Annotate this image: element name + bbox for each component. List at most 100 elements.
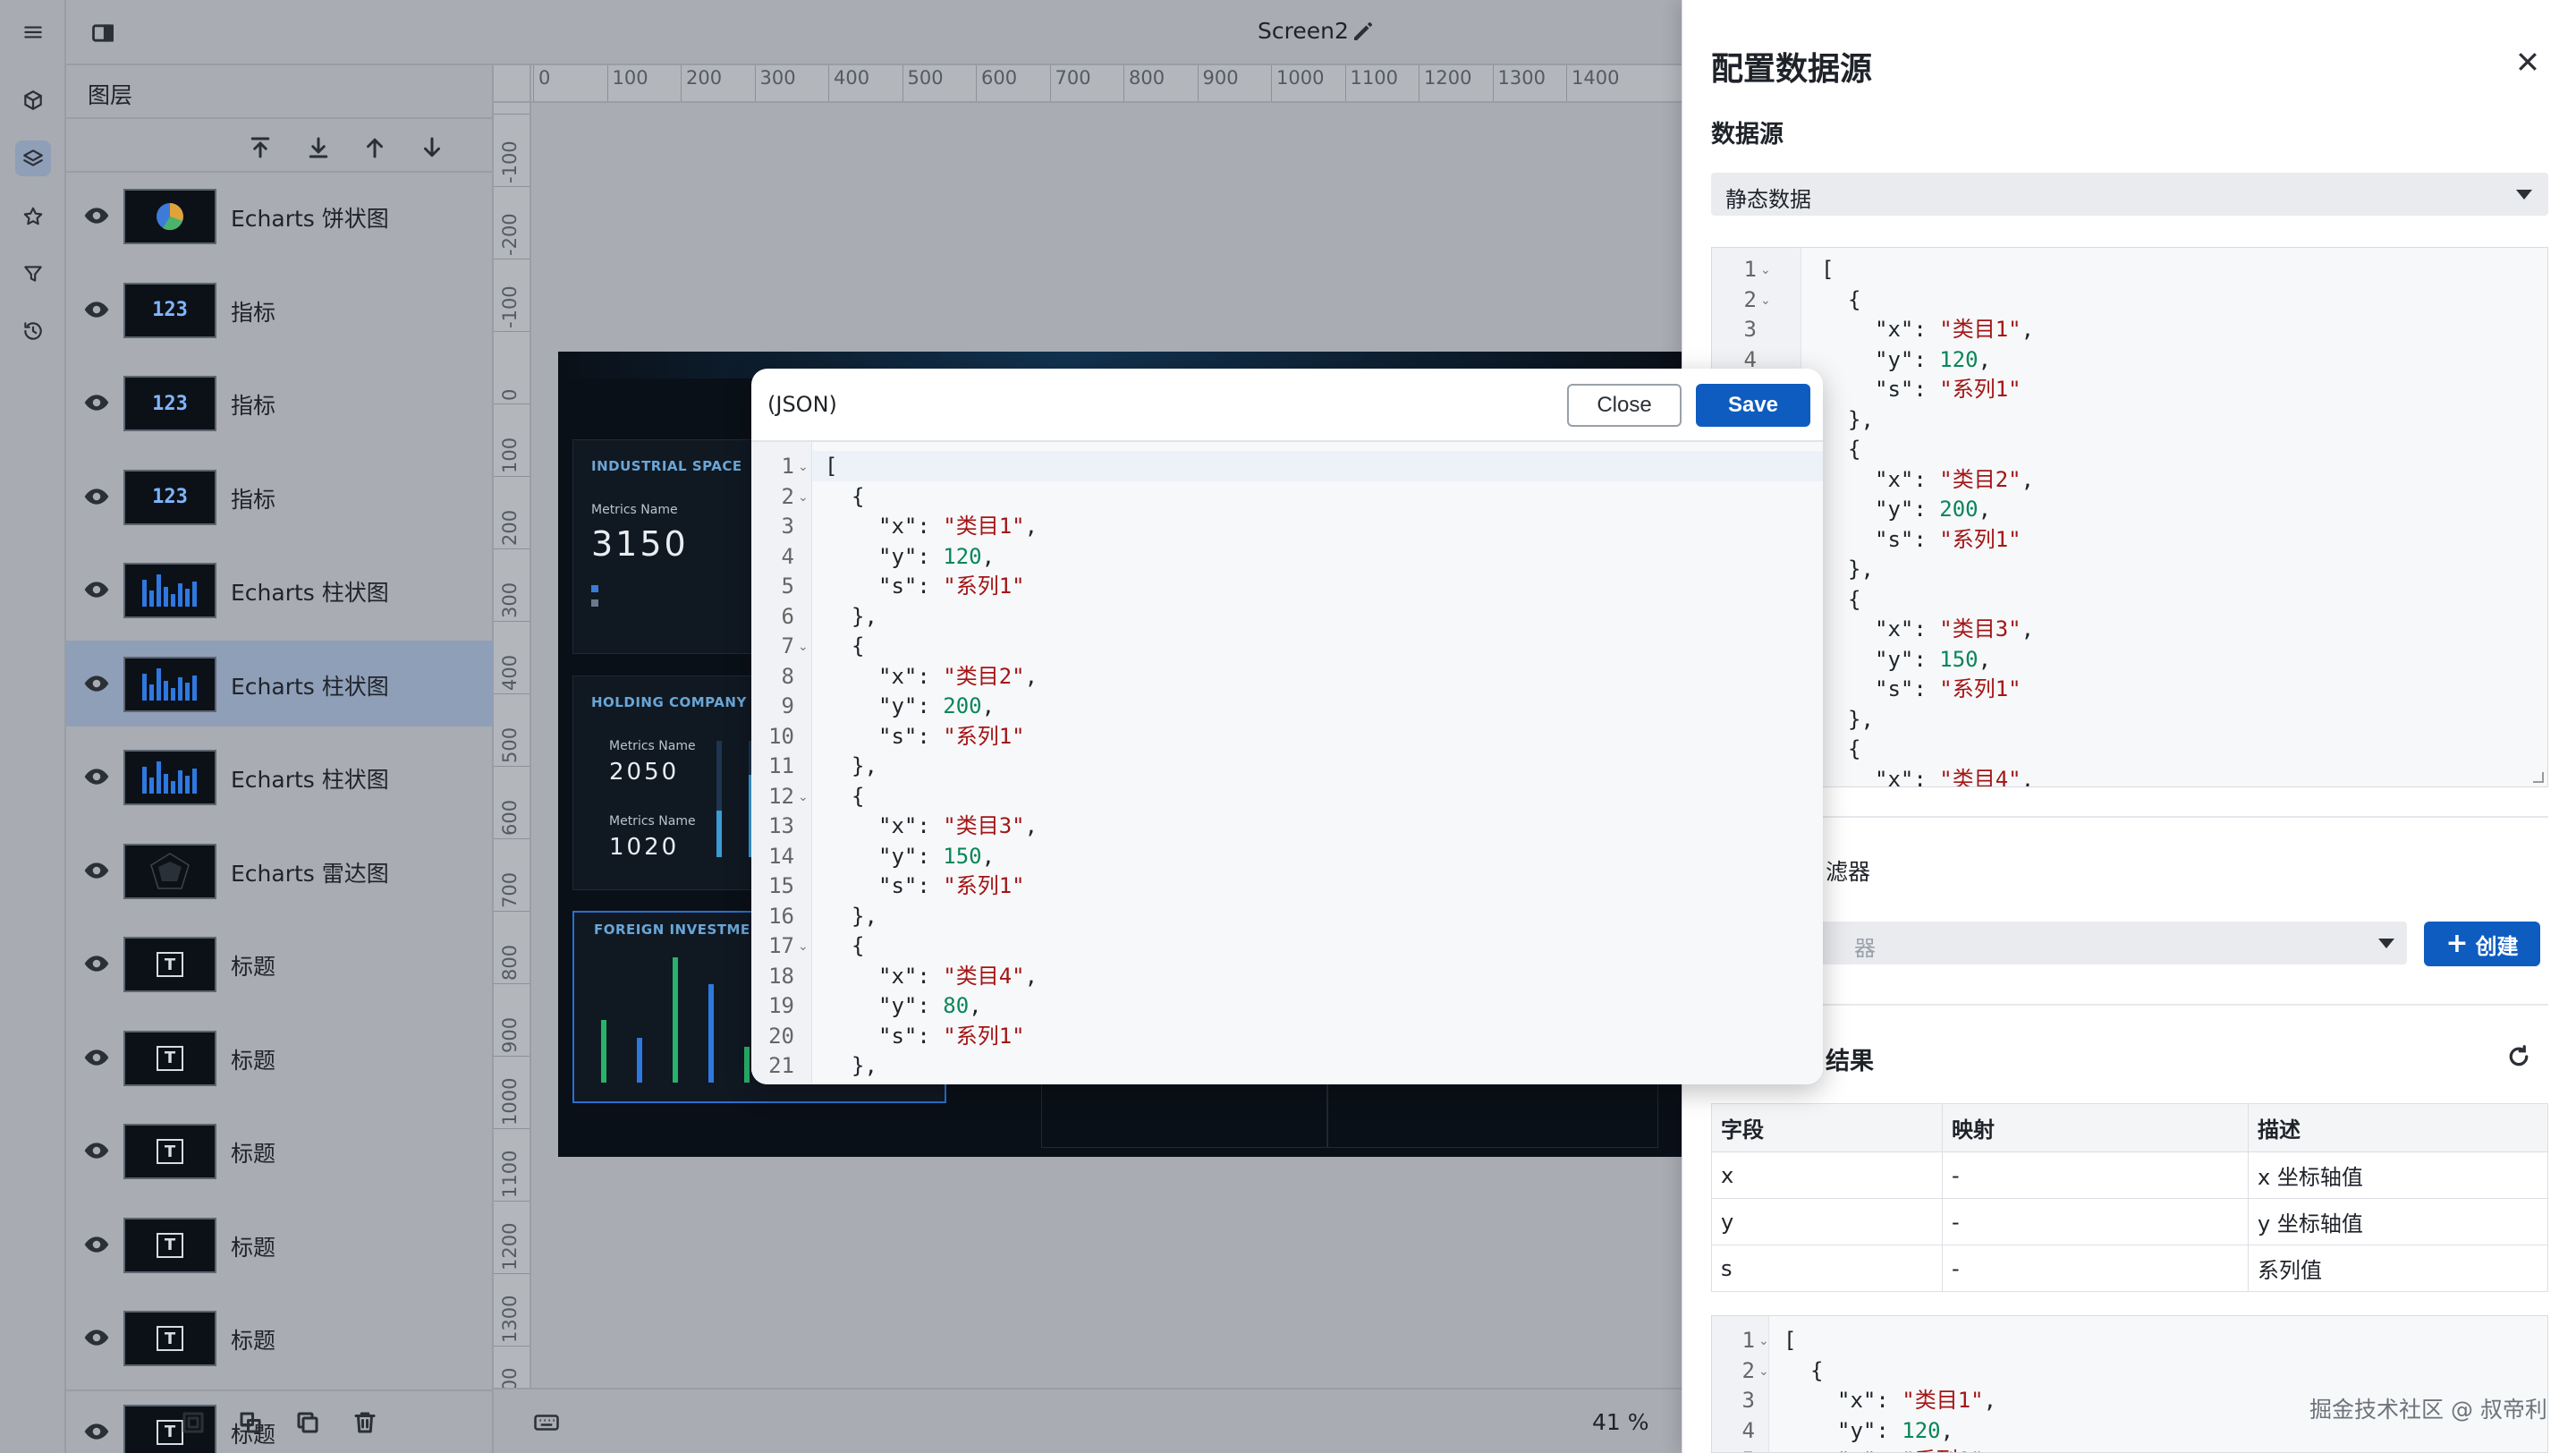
json-token: "s": — [1875, 377, 1940, 402]
menu-icon[interactable] — [15, 14, 51, 50]
fold-chevron-icon[interactable]: ⌄ — [1758, 1334, 1769, 1348]
fold-chevron-icon[interactable]: ⌄ — [1758, 1364, 1769, 1379]
refresh-icon[interactable] — [2505, 1043, 2536, 1074]
sidebar-toggle-icon[interactable] — [88, 18, 118, 48]
fold-chevron-icon[interactable]: ⌄ — [798, 640, 809, 654]
fold-chevron-icon[interactable]: ⌄ — [1760, 263, 1771, 277]
datasource-select[interactable]: 静态数据 — [1711, 173, 2548, 216]
json-string: "系列1" — [1939, 377, 2021, 402]
delete-icon[interactable] — [345, 1403, 385, 1442]
layer-item[interactable]: T 标题 — [66, 1295, 494, 1381]
filter-icon[interactable] — [15, 256, 51, 292]
layer-thumbnail-title: T — [123, 1311, 216, 1366]
line-number: 9 — [781, 693, 794, 718]
layer-item[interactable]: Echarts 柱状图 — [66, 734, 494, 820]
json-string: "系列1" — [943, 873, 1025, 898]
group-icon[interactable] — [174, 1403, 213, 1442]
cell-mapping[interactable]: - — [1942, 1198, 2249, 1245]
layer-item[interactable]: 123 指标 — [66, 267, 494, 353]
component-box-icon[interactable] — [15, 82, 51, 118]
fold-chevron-icon[interactable]: ⌄ — [798, 939, 809, 954]
line-number: 3 — [1743, 317, 1757, 342]
eye-icon[interactable] — [79, 198, 114, 234]
cell-mapping[interactable]: - — [1942, 1151, 2249, 1199]
move-up-icon[interactable] — [355, 128, 394, 167]
metric-value: 2050 — [609, 759, 680, 786]
eye-icon[interactable] — [79, 479, 114, 514]
layer-item[interactable]: T 标题 — [66, 1202, 494, 1287]
history-icon[interactable] — [15, 313, 51, 349]
ruler-label: 600 — [981, 67, 1018, 89]
json-string: "类目2" — [943, 663, 1025, 689]
divider — [1711, 816, 2548, 818]
eye-icon[interactable] — [79, 1040, 114, 1075]
keyboard-icon[interactable] — [533, 1409, 560, 1436]
layer-item[interactable]: T 标题 — [66, 921, 494, 1007]
fold-chevron-icon[interactable]: ⌄ — [798, 460, 809, 474]
line-number: 14 — [768, 843, 794, 869]
json-token: , — [1024, 514, 1038, 539]
eye-icon[interactable] — [79, 1133, 114, 1168]
eye-icon[interactable] — [79, 759, 114, 794]
json-token: , — [1978, 497, 1992, 522]
ruler-tick — [828, 65, 829, 101]
code-line: [ — [1821, 254, 1834, 285]
layer-item[interactable]: Echarts 饼状图 — [66, 173, 494, 259]
modal-json-editor[interactable]: 1 ⌄ [2 ⌄ {3 "x": "类目1", 4 "y": 120, 5 "s": "系列1" 6… — [751, 442, 1823, 1084]
metric-value: 1020 — [609, 834, 680, 861]
json-token: "x": — [1837, 1388, 1902, 1413]
eye-icon[interactable] — [79, 666, 114, 701]
move-to-bottom-icon[interactable] — [299, 128, 338, 167]
move-to-top-icon[interactable] — [241, 128, 280, 167]
fold-chevron-icon[interactable]: ⌄ — [1760, 293, 1771, 308]
eye-icon[interactable] — [79, 385, 114, 421]
save-button[interactable]: Save — [1696, 384, 1810, 427]
result-json-viewer[interactable]: 1⌄ [2⌄ {3 "x": "类目1", 4 "y": 120, 5 "s": "系列1" — [1711, 1315, 2548, 1453]
layer-item[interactable]: T 标题 — [66, 1015, 494, 1100]
code-line: "s": "系列1" — [1875, 374, 2021, 404]
json-editor[interactable]: 1⌄[2⌄{3"x": "类目1",4"y": 120,5"s": "系列1"6… — [1711, 247, 2548, 787]
layer-name: Echarts 柱状图 — [231, 673, 389, 700]
ruler-label: 900 — [499, 1016, 521, 1053]
ruler-tick — [494, 548, 530, 549]
eye-icon[interactable] — [79, 1320, 114, 1355]
fold-chevron-icon[interactable]: ⌄ — [798, 790, 809, 804]
json-token: , — [981, 843, 996, 869]
move-down-icon[interactable] — [412, 128, 452, 167]
layers-panel: 图层 Echarts 饼状图 123 指标 123 指标 123 指标 Echarts 柱状图… — [66, 65, 494, 1453]
layer-item[interactable]: Echarts 柱状图 — [66, 547, 494, 633]
eye-icon[interactable] — [79, 853, 114, 888]
close-icon[interactable] — [2514, 48, 2546, 81]
eye-icon[interactable] — [79, 292, 114, 327]
eye-icon[interactable] — [79, 572, 114, 608]
eye-icon[interactable] — [79, 1227, 114, 1262]
layer-name: 标题 — [231, 1328, 276, 1354]
fold-chevron-icon[interactable]: ⌄ — [798, 490, 809, 505]
edit-pencil-icon[interactable] — [1350, 18, 1377, 45]
json-token: }, — [852, 1053, 877, 1078]
close-button[interactable]: Close — [1567, 384, 1682, 427]
ruler-label: 700 — [1055, 67, 1091, 89]
layer-item[interactable]: Echarts 柱状图 — [66, 640, 494, 726]
code-line: "y": 150, — [1875, 644, 1991, 675]
json-token: "s": — [1875, 676, 1940, 701]
layer-item[interactable]: Echarts 雷达图 — [66, 828, 494, 913]
star-icon[interactable] — [15, 199, 51, 234]
layer-item[interactable]: 123 指标 — [66, 454, 494, 540]
eye-icon[interactable] — [79, 946, 114, 981]
resize-handle-icon[interactable] — [2533, 772, 2544, 783]
layers-icon[interactable] — [15, 140, 51, 176]
code-line: "x": "类目2", — [1875, 464, 2034, 495]
layer-item[interactable]: T 标题 — [66, 1108, 494, 1194]
json-string: "类目2" — [1939, 466, 2021, 492]
code-line: "s": "系列1" — [1837, 1445, 1984, 1452]
json-string: "类目3" — [943, 813, 1025, 838]
ungroup-icon[interactable] — [231, 1403, 270, 1442]
zoom-level[interactable]: 41 % — [1592, 1409, 1649, 1435]
layer-item[interactable]: 123 指标 — [66, 360, 494, 446]
create-filter-button[interactable]: + 创建 — [2424, 922, 2540, 966]
copy-icon[interactable] — [288, 1403, 327, 1442]
layer-thumbnail-metric: 123 — [123, 282, 216, 338]
line-number: 4 — [1741, 1417, 1755, 1443]
cell-mapping[interactable]: - — [1942, 1245, 2249, 1292]
